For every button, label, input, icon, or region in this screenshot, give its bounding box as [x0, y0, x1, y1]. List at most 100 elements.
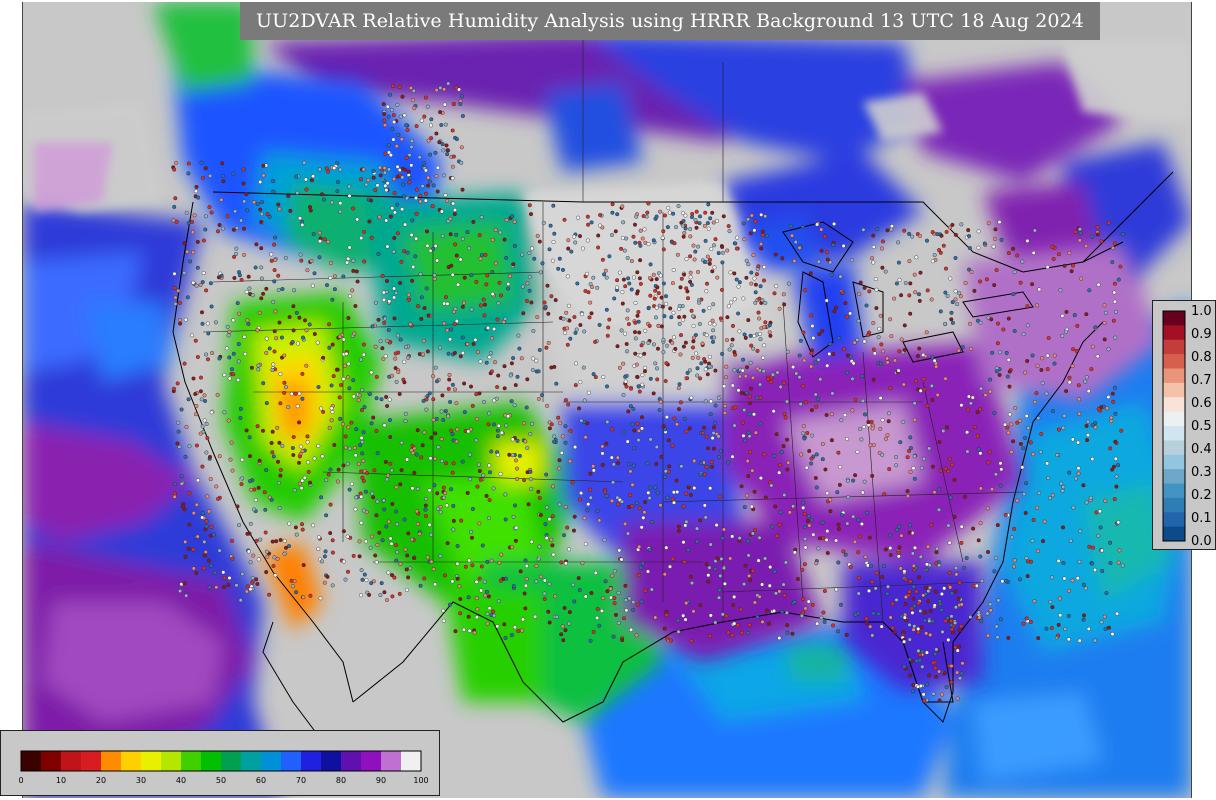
station-marker [405, 250, 410, 255]
station-marker [392, 119, 397, 124]
station-marker [523, 606, 528, 611]
station-marker [301, 563, 306, 568]
station-marker [690, 211, 695, 216]
station-marker [912, 272, 917, 277]
station-marker [489, 369, 494, 374]
station-marker [242, 334, 247, 339]
station-marker [1100, 569, 1105, 574]
station-marker [625, 255, 630, 260]
station-marker [427, 488, 432, 493]
station-marker [278, 538, 283, 543]
station-marker [444, 461, 449, 466]
station-marker [383, 354, 388, 359]
station-marker [175, 441, 180, 446]
station-marker [276, 202, 281, 207]
station-marker [403, 167, 408, 172]
station-marker [722, 581, 727, 586]
station-marker [641, 214, 646, 219]
station-marker [552, 439, 557, 444]
station-marker [871, 260, 876, 265]
station-marker [221, 585, 226, 590]
station-marker [612, 596, 617, 601]
station-marker [986, 550, 991, 555]
station-marker [806, 599, 811, 604]
station-marker [916, 601, 921, 606]
station-marker [886, 584, 891, 589]
station-marker [802, 436, 807, 441]
station-marker [717, 588, 722, 593]
station-marker [735, 623, 740, 628]
station-marker [912, 476, 917, 481]
station-marker [277, 506, 282, 511]
station-marker [267, 346, 272, 351]
station-marker [578, 497, 583, 502]
station-marker [290, 340, 295, 345]
station-marker [515, 374, 520, 379]
station-marker [332, 442, 337, 447]
station-marker [914, 658, 919, 663]
station-marker [993, 227, 998, 232]
station-marker [207, 509, 212, 514]
station-marker [337, 395, 342, 400]
station-marker [491, 609, 496, 614]
station-marker [350, 288, 355, 293]
station-marker [916, 575, 921, 580]
station-marker [912, 417, 917, 422]
station-marker [799, 452, 804, 457]
station-marker [916, 630, 921, 635]
station-marker [896, 554, 901, 559]
station-marker [200, 175, 205, 180]
station-marker [424, 496, 429, 501]
station-marker [879, 624, 884, 629]
station-marker [205, 494, 210, 499]
station-marker [975, 433, 980, 438]
station-marker [466, 595, 471, 600]
station-marker [763, 556, 768, 561]
station-marker [825, 363, 830, 368]
station-marker [562, 606, 567, 611]
station-marker [1070, 263, 1075, 268]
station-marker [528, 477, 533, 482]
station-marker [801, 330, 806, 335]
station-marker [233, 209, 238, 214]
station-marker [474, 392, 479, 397]
station-marker [1069, 269, 1074, 274]
station-marker [614, 612, 619, 617]
station-marker [652, 296, 657, 301]
station-marker [683, 617, 688, 622]
station-marker [341, 377, 346, 382]
station-marker [267, 214, 272, 219]
station-marker [482, 579, 487, 584]
station-marker [385, 104, 390, 109]
station-marker [637, 544, 642, 549]
station-marker [335, 161, 340, 166]
station-marker [432, 273, 437, 278]
station-marker [944, 266, 949, 271]
station-marker [641, 515, 646, 520]
station-marker [885, 433, 890, 438]
station-marker [194, 571, 199, 576]
station-marker [447, 372, 452, 377]
station-marker [547, 620, 552, 625]
station-marker [461, 627, 466, 632]
station-marker [943, 376, 948, 381]
station-marker [917, 292, 922, 297]
station-marker [294, 590, 299, 595]
station-marker [825, 250, 830, 255]
station-marker [1009, 449, 1014, 454]
station-marker [194, 283, 199, 288]
station-marker [232, 254, 237, 259]
station-marker [278, 372, 283, 377]
station-marker [778, 384, 783, 389]
rh-colorbar-segment [101, 751, 122, 771]
rh-colorbar-legend: 0 10 20 30 40 50 60 70 80 90 100 [0, 730, 440, 796]
station-marker [408, 566, 413, 571]
station-marker [685, 376, 690, 381]
station-marker [905, 494, 910, 499]
station-marker [1011, 292, 1016, 297]
station-marker [635, 270, 640, 275]
station-marker [986, 221, 991, 226]
station-marker [355, 279, 360, 284]
station-marker [722, 384, 727, 389]
station-marker [640, 236, 645, 241]
